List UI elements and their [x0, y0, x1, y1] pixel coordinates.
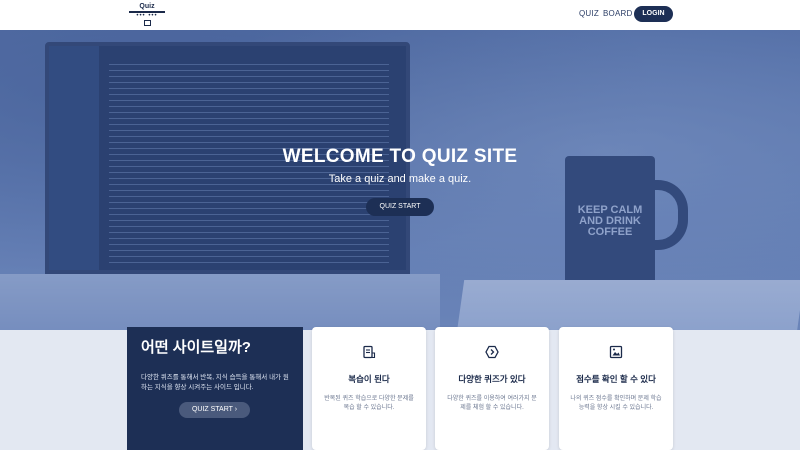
feature-card-description: 나의 퀴즈 점수를 확인하며 문제 학습 능력을 향상 시킬 수 있습니다. — [570, 396, 662, 411]
nav-link-quiz[interactable]: QUIZ — [579, 9, 599, 18]
intro-card-description: 다양한 퀴즈를 통해서 반복, 지식 습득을 통해서 내가 원하는 지식을 향상… — [141, 374, 289, 391]
intro-card: 어떤 사이트일까? 다양한 퀴즈를 통해서 반복, 지식 습득을 통해서 내가 … — [127, 327, 303, 450]
feature-card-title: 다양한 퀴즈가 있다 — [458, 374, 526, 384]
logo-text: Quiz — [139, 3, 155, 10]
hero-subtitle: Take a quiz and make a quiz. — [328, 173, 472, 185]
feature-card-description: 반복된 퀴즈 학습으로 다양한 문제를 복습 할 수 있습니다. — [324, 396, 414, 411]
feature-card-variety: 다양한 퀴즈가 있다 다양한 퀴즈를 이용하여 여러가지 문제를 체험 할 수 … — [435, 327, 549, 450]
login-button[interactable]: LOGIN — [634, 6, 673, 22]
logo-box-icon — [143, 20, 151, 26]
document-icon — [363, 345, 376, 359]
feature-card-score: 점수를 확인 할 수 있다 나의 퀴즈 점수를 확인하며 문제 학습 능력을 향… — [559, 327, 673, 450]
feature-card-title: 복습이 된다 — [348, 374, 390, 384]
site-logo[interactable]: Quiz ••• ••• — [128, 3, 166, 27]
feature-card-review: 복습이 된다 반복된 퀴즈 학습으로 다양한 문제를 복습 할 수 있습니다. — [312, 327, 426, 450]
hero-banner: KEEP CALM AND DRINK COFFEE WELCOME TO QU… — [0, 30, 800, 330]
feature-card-title: 점수를 확인 할 수 있다 — [576, 374, 656, 384]
hero-title: WELCOME TO QUIZ SITE — [282, 146, 518, 167]
feature-card-description: 다양한 퀴즈를 이용하여 여러가지 문제를 체험 할 수 있습니다. — [447, 396, 537, 411]
intro-quiz-start-button[interactable]: QUIZ START › — [179, 402, 250, 418]
nav-link-board[interactable]: BOARD — [603, 9, 632, 18]
top-header: Quiz ••• ••• QUIZ BOARD LOGIN — [0, 0, 800, 30]
hexagon-arrow-icon — [485, 345, 499, 359]
image-frame-icon — [609, 345, 623, 359]
intro-card-title: 어떤 사이트일까? — [141, 339, 251, 356]
logo-dots: ••• ••• — [136, 13, 158, 19]
hero-quiz-start-button[interactable]: QUIZ START — [366, 198, 434, 216]
